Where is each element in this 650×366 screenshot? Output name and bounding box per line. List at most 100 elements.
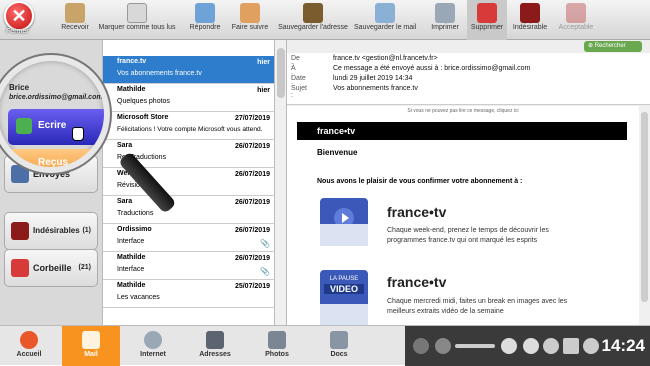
mail-from: france.tv xyxy=(117,58,147,65)
undo-icon[interactable] xyxy=(543,338,559,354)
mark-read-icon xyxy=(127,3,147,23)
contacts-icon xyxy=(206,331,224,349)
promo1-brand: france•tv xyxy=(387,204,447,220)
envelope-icon xyxy=(320,304,368,325)
taskbar-home[interactable]: Accueil xyxy=(0,326,58,366)
receive-button[interactable]: Recevoir xyxy=(60,0,90,40)
mail-list-item[interactable]: Ordissimo 26/07/2019 Interface 📎 xyxy=(103,224,274,252)
magnifier-lens: Brice brice.ordissimo@gmail.com Ecrire R… xyxy=(0,55,110,173)
mail-date: 26/07/2019 xyxy=(234,255,270,262)
forward-label: Faire suivre xyxy=(231,24,269,31)
delete-label: Supprimer xyxy=(470,24,504,31)
compose-button[interactable]: Ecrire xyxy=(8,109,104,145)
mail-subject: Traductions xyxy=(117,210,154,217)
mail-list-item[interactable]: Mathilde 26/07/2019 Interface 📎 xyxy=(103,252,274,280)
globe-icon xyxy=(144,331,162,349)
reply-label: Répondre xyxy=(189,24,221,31)
not-spam-button[interactable]: Acceptable xyxy=(556,0,596,40)
promo1-text: Chaque week-end, prenez le temps de déco… xyxy=(387,227,549,244)
mail-date: 26/07/2019 xyxy=(234,171,270,178)
mail-from: Sara xyxy=(117,142,133,149)
mail-date: 26/07/2019 xyxy=(234,227,270,234)
not-spam-label: Acceptable xyxy=(558,24,594,31)
taskbar-internet-label: Internet xyxy=(140,351,166,358)
volume-up-icon[interactable] xyxy=(501,338,517,354)
mail-from: Mathilde xyxy=(117,254,146,261)
close-label: Fermer xyxy=(6,28,29,35)
folder-corbeille[interactable]: Corbeille (21) xyxy=(4,249,98,287)
taskbar-photos[interactable]: Photos xyxy=(248,326,306,366)
header-from-value: france.tv <gestion@nl.francetv.fr> xyxy=(333,55,438,62)
trash-icon[interactable] xyxy=(563,338,579,354)
system-tray: 14:24 xyxy=(405,326,650,366)
reply-button[interactable]: Répondre xyxy=(189,0,221,40)
printer-icon xyxy=(435,3,455,23)
folder-recus-label: Reçus xyxy=(38,157,69,168)
taskbar-mail[interactable]: Mail xyxy=(62,326,120,366)
volume-slider[interactable] xyxy=(455,344,495,348)
account-name: Brice xyxy=(9,83,30,92)
scroll-thumb[interactable] xyxy=(277,48,285,98)
taskbar-contacts[interactable]: Adresses xyxy=(186,326,244,366)
mail-subject: Quelques photos xyxy=(117,98,170,105)
mail-list-item[interactable]: Mathilde hier Quelques photos xyxy=(103,84,274,112)
trash-icon xyxy=(477,3,497,23)
mark-read-button[interactable]: Marquer comme tous lus xyxy=(98,0,176,40)
spam-button[interactable]: Indésirable xyxy=(511,0,549,40)
taskbar-photos-label: Photos xyxy=(265,351,289,358)
compose-icon xyxy=(16,118,32,134)
mail-list-item[interactable]: Sara 26/07/2019 Traductions xyxy=(103,196,274,224)
search-button[interactable]: ⊕ Rechercher xyxy=(584,41,642,52)
mail-list-item[interactable]: Mathilde 25/07/2019 Les vacances xyxy=(103,280,274,308)
attachment-icon: 📎 xyxy=(260,239,270,248)
reply-icon xyxy=(195,3,215,23)
email-body: Si vous ne pouvez pas lire ce message, c… xyxy=(287,106,639,325)
taskbar-mail-label: Mail xyxy=(84,351,98,358)
forward-icon xyxy=(240,3,260,23)
mail-from: Mathilde xyxy=(117,282,146,289)
mail-from: Sara xyxy=(117,198,133,205)
save-address-button[interactable]: Sauvegarder l'adresse xyxy=(278,0,348,40)
wifi-icon[interactable] xyxy=(413,338,429,354)
taskbar-internet[interactable]: Internet xyxy=(124,326,182,366)
zoom-in-icon[interactable] xyxy=(523,338,539,354)
print-button[interactable]: Imprimer xyxy=(428,0,462,40)
promo2-brand: france•tv xyxy=(387,274,447,290)
mail-date: 26/07/2019 xyxy=(234,143,270,150)
search-label: Rechercher xyxy=(594,43,626,49)
taskbar-contacts-label: Adresses xyxy=(199,351,231,358)
view-online-notice[interactable]: Si vous ne pouvez pas lire ce message, c… xyxy=(287,106,639,114)
intro-text: Nous avons le plaisir de vous confirmer … xyxy=(317,178,523,185)
attachment-icon: 📎 xyxy=(260,267,270,276)
mail-date: 27/07/2019 xyxy=(234,115,270,122)
hand-cursor-icon xyxy=(72,127,84,141)
folder-indesirables[interactable]: Indésirables (1) xyxy=(4,212,98,250)
toolbar: ✕ Fermer Recevoir Marquer comme tous lus… xyxy=(0,0,650,40)
spam-icon xyxy=(520,3,540,23)
mail-from: Microsoft Store xyxy=(117,114,169,121)
volume-down-icon[interactable] xyxy=(435,338,451,354)
mail-date: 26/07/2019 xyxy=(234,199,270,206)
mail-date: 25/07/2019 xyxy=(234,283,270,290)
taskbar: Accueil Mail Internet Adresses Photos Do… xyxy=(0,325,650,366)
email-body-scrollbar[interactable] xyxy=(639,106,650,325)
taskbar-docs-label: Docs xyxy=(330,351,348,358)
mail-list-scrollbar[interactable] xyxy=(275,40,287,325)
taskbar-docs[interactable]: Docs xyxy=(310,326,368,366)
delete-button[interactable]: Supprimer xyxy=(467,0,507,40)
camera-icon xyxy=(268,331,286,349)
scroll-thumb[interactable] xyxy=(641,112,648,302)
close-button[interactable]: ✕ Fermer xyxy=(2,0,38,40)
mail-subject: Interface xyxy=(117,266,145,273)
mail-from: Mathilde xyxy=(117,86,146,93)
forward-button[interactable]: Faire suivre xyxy=(230,0,270,40)
save-mail-button[interactable]: Sauvegarder le mail xyxy=(354,0,416,40)
home-icon xyxy=(20,331,38,349)
mail-list-item[interactable]: Microsoft Store 27/07/2019 Félicitations… xyxy=(103,112,274,140)
help-icon[interactable] xyxy=(583,338,599,354)
mail-icon xyxy=(82,331,100,349)
print-label: Imprimer xyxy=(431,24,459,31)
mail-date: hier xyxy=(257,87,270,94)
mail-list-item[interactable]: france.tv hier Vos abonnements france.tv xyxy=(103,56,274,84)
clock: 14:24 xyxy=(601,336,645,355)
